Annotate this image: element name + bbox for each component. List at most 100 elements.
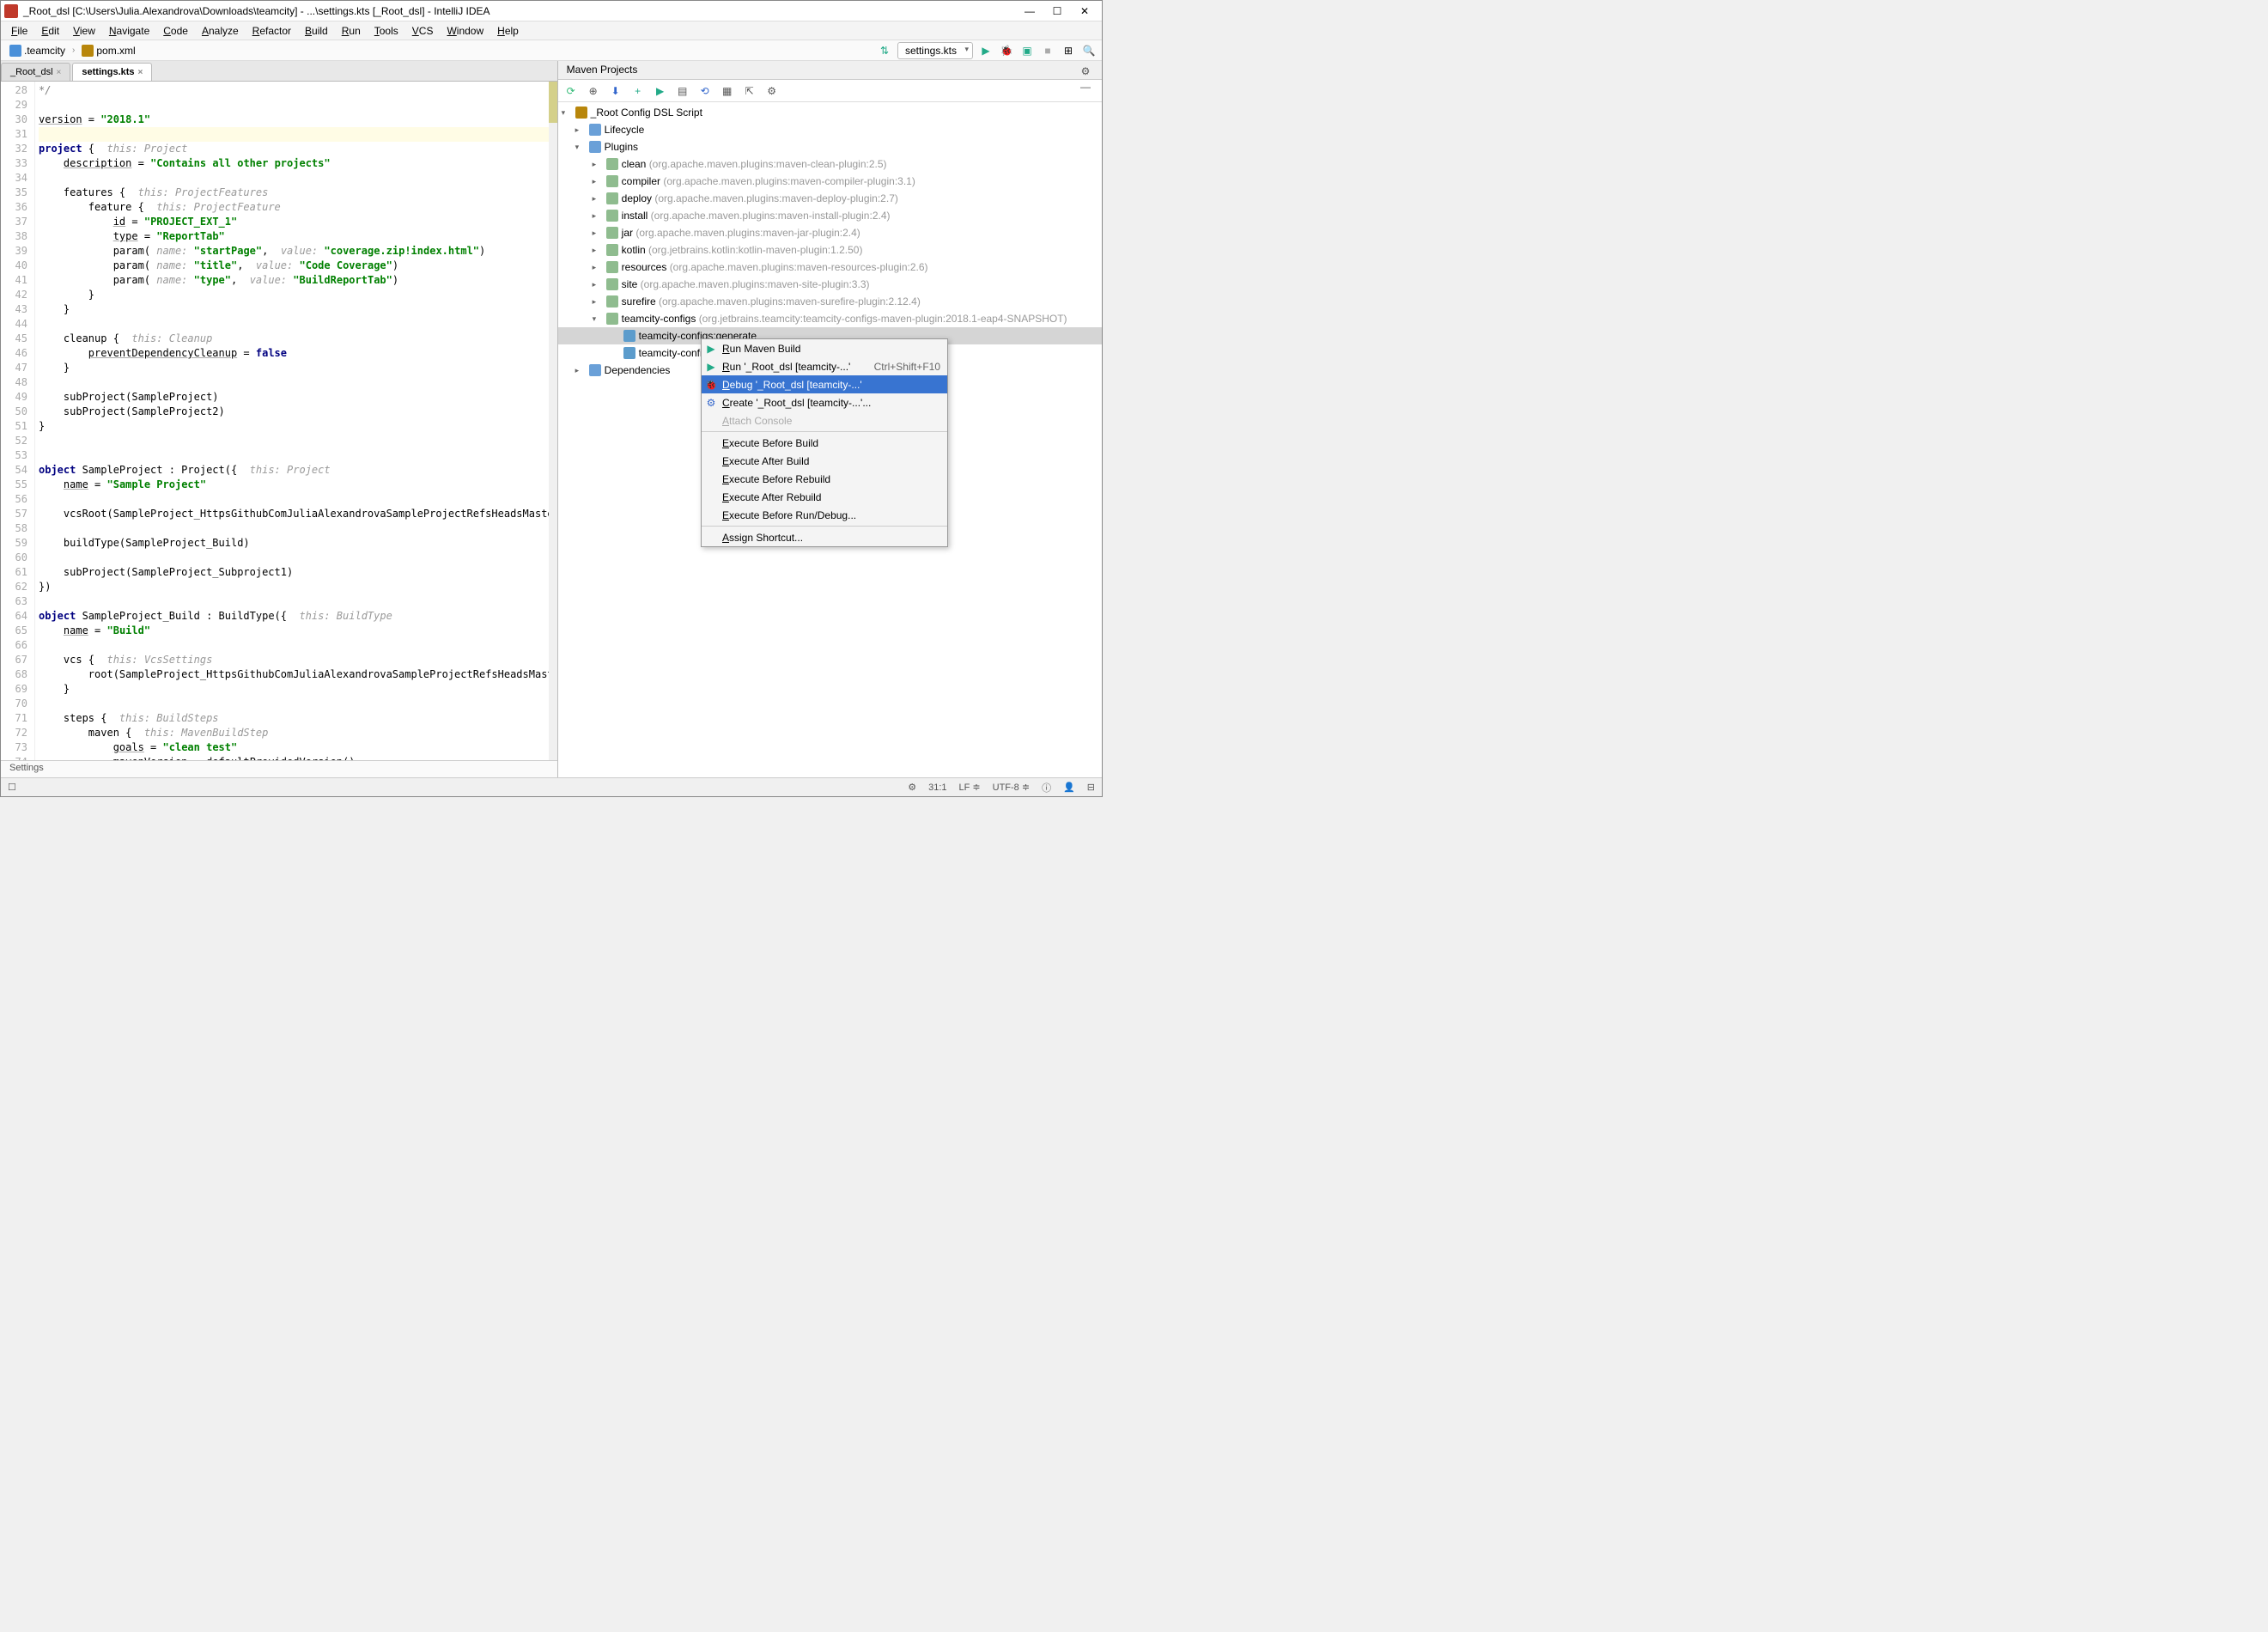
expand-icon[interactable]: ▸ — [593, 263, 603, 272]
code-line[interactable]: buildType(SampleProject_Build) — [39, 536, 554, 551]
code-line[interactable]: project { this: Project — [39, 142, 554, 156]
run-maven-icon[interactable]: ▶ — [653, 83, 668, 99]
code-line[interactable]: param( name: "startPage", value: "covera… — [39, 244, 554, 259]
sync-icon[interactable]: ⇅ — [877, 43, 892, 58]
run-button[interactable]: ▶ — [978, 43, 994, 58]
code-line[interactable]: features { this: ProjectFeatures — [39, 186, 554, 200]
toggle-offline-icon[interactable]: ⟲ — [697, 83, 713, 99]
context-menu-item[interactable]: ⚙Create '_Root_dsl [teamcity-...'... — [702, 393, 947, 411]
menu-refactor[interactable]: Refactor — [246, 23, 298, 39]
maven-plugin-kotlin[interactable]: ▸kotlin (org.jetbrains.kotlin:kotlin-mav… — [558, 241, 1102, 259]
code-line[interactable] — [39, 171, 554, 186]
code-line[interactable]: */ — [39, 83, 554, 98]
context-menu-item[interactable]: Execute Before Run/Debug... — [702, 506, 947, 524]
code-line[interactable]: param( name: "title", value: "Code Cover… — [39, 259, 554, 273]
expand-icon[interactable]: ▸ — [575, 366, 586, 375]
code-line[interactable] — [39, 521, 554, 536]
maven-root[interactable]: ▾_Root Config DSL Script — [558, 104, 1102, 121]
code-line[interactable]: object SampleProject : Project({ this: P… — [39, 463, 554, 478]
code-line[interactable] — [39, 375, 554, 390]
code-line[interactable]: root(SampleProject_HttpsGithubComJuliaAl… — [39, 667, 554, 682]
expand-icon[interactable]: ▾ — [593, 314, 603, 324]
code-line[interactable] — [39, 697, 554, 711]
code-line[interactable] — [39, 551, 554, 565]
breadcrumb-item[interactable]: pom.xml — [78, 43, 138, 58]
context-menu-item[interactable]: ▶Run '_Root_dsl [teamcity-...'Ctrl+Shift… — [702, 357, 947, 375]
close-button[interactable]: ✕ — [1078, 4, 1091, 18]
context-menu-item[interactable]: ▶Run Maven Build — [702, 339, 947, 357]
panel-settings-icon[interactable]: ⚙ — [1078, 64, 1093, 79]
line-separator[interactable]: LF ≑ — [959, 782, 981, 793]
inspection-icon[interactable]: 👤 — [1063, 782, 1075, 793]
code-line[interactable]: type = "ReportTab" — [39, 229, 554, 244]
editor-tab[interactable]: _Root_dsl× — [1, 63, 70, 81]
minimize-button[interactable]: — — [1023, 4, 1037, 18]
menu-analyze[interactable]: Analyze — [195, 23, 246, 39]
marker-warning[interactable] — [549, 82, 557, 123]
code-line[interactable]: subProject(SampleProject_Subproject1) — [39, 565, 554, 580]
generate-sources-icon[interactable]: ⊕ — [586, 83, 601, 99]
context-menu-item[interactable]: Execute Before Rebuild — [702, 470, 947, 488]
status-settings-icon[interactable]: ⚙ — [908, 782, 916, 793]
menu-window[interactable]: Window — [440, 23, 490, 39]
code-line[interactable]: } — [39, 682, 554, 697]
context-menu-item[interactable]: Execute After Rebuild — [702, 488, 947, 506]
code-line[interactable]: goals = "clean test" — [39, 740, 554, 755]
download-icon[interactable]: ⬇ — [608, 83, 623, 99]
context-menu-item[interactable]: 🐞Debug '_Root_dsl [teamcity-...' — [702, 375, 947, 393]
add-icon[interactable]: + — [630, 83, 646, 99]
code-line[interactable]: vcs { this: VcsSettings — [39, 653, 554, 667]
expand-icon[interactable]: ▸ — [593, 211, 603, 221]
code-line[interactable] — [39, 492, 554, 507]
code-line[interactable]: cleanup { this: Cleanup — [39, 332, 554, 346]
expand-icon[interactable]: ▾ — [575, 143, 586, 152]
code-line[interactable]: feature { this: ProjectFeature — [39, 200, 554, 215]
menu-code[interactable]: Code — [156, 23, 195, 39]
code-line[interactable]: name = "Sample Project" — [39, 478, 554, 492]
maven-plugin-surefire[interactable]: ▸surefire (org.apache.maven.plugins:mave… — [558, 293, 1102, 310]
code-line[interactable]: } — [39, 361, 554, 375]
code-line[interactable]: }) — [39, 580, 554, 594]
expand-icon[interactable]: ▸ — [575, 125, 586, 135]
code-line[interactable]: mavenVersion = defaultProvidedVersion() — [39, 755, 554, 760]
maven-plugins[interactable]: ▾Plugins — [558, 138, 1102, 155]
menu-navigate[interactable]: Navigate — [102, 23, 156, 39]
code-line[interactable]: steps { this: BuildSteps — [39, 711, 554, 726]
maven-settings-icon[interactable]: ⚙ — [764, 83, 780, 99]
code-line[interactable] — [39, 434, 554, 448]
code-line[interactable] — [39, 317, 554, 332]
collapse-icon[interactable]: ⇱ — [742, 83, 757, 99]
code-line[interactable]: object SampleProject_Build : BuildType({… — [39, 609, 554, 624]
maven-plugin-teamcity-configs[interactable]: ▾teamcity-configs (org.jetbrains.teamcit… — [558, 310, 1102, 327]
menu-tools[interactable]: Tools — [368, 23, 405, 39]
expand-icon[interactable]: ▾ — [562, 108, 572, 118]
menu-build[interactable]: Build — [298, 23, 335, 39]
code-line[interactable]: preventDependencyCleanup = false — [39, 346, 554, 361]
close-tab-icon[interactable]: × — [57, 68, 62, 77]
memory-icon[interactable]: ⊟ — [1087, 782, 1095, 793]
expand-icon[interactable]: ▸ — [593, 297, 603, 307]
maven-plugin-deploy[interactable]: ▸deploy (org.apache.maven.plugins:maven-… — [558, 190, 1102, 207]
code-line[interactable]: subProject(SampleProject2) — [39, 405, 554, 419]
code-line[interactable] — [39, 127, 554, 142]
code-line[interactable]: id = "PROJECT_EXT_1" — [39, 215, 554, 229]
stop-button[interactable]: ■ — [1040, 43, 1055, 58]
code-line[interactable]: } — [39, 419, 554, 434]
show-dependencies-icon[interactable]: ▦ — [720, 83, 735, 99]
menu-help[interactable]: Help — [490, 23, 526, 39]
expand-icon[interactable]: ▸ — [593, 194, 603, 204]
code-line[interactable] — [39, 594, 554, 609]
maximize-button[interactable]: ☐ — [1050, 4, 1064, 18]
debug-button[interactable]: 🐞 — [999, 43, 1014, 58]
code-line[interactable]: subProject(SampleProject) — [39, 390, 554, 405]
maven-plugin-jar[interactable]: ▸jar (org.apache.maven.plugins:maven-jar… — [558, 224, 1102, 241]
maven-plugin-site[interactable]: ▸site (org.apache.maven.plugins:maven-si… — [558, 276, 1102, 293]
code-area[interactable]: */ version = "2018.1" project { this: Pr… — [35, 82, 557, 760]
menu-view[interactable]: View — [66, 23, 102, 39]
code-line[interactable] — [39, 448, 554, 463]
statusbar-left[interactable]: ☐ — [8, 782, 16, 793]
maven-plugin-install[interactable]: ▸install (org.apache.maven.plugins:maven… — [558, 207, 1102, 224]
menu-vcs[interactable]: VCS — [405, 23, 441, 39]
code-line[interactable]: } — [39, 302, 554, 317]
caret-position[interactable]: 31:1 — [928, 783, 946, 793]
